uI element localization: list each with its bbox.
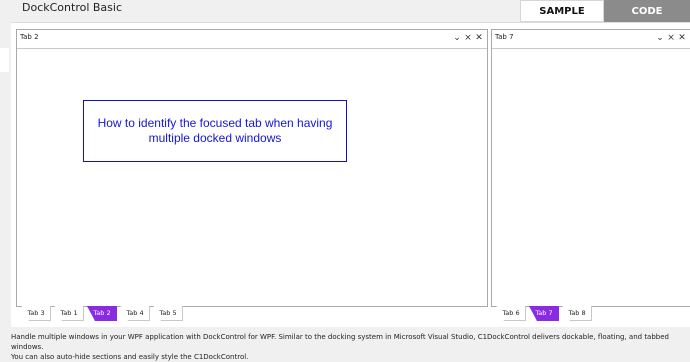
chevron-down-icon[interactable]: ⌄ bbox=[452, 31, 462, 45]
left-tab-strip: Tab 3 Tab 1 Tab 2 Tab 4 Tab 5 bbox=[17, 306, 186, 321]
right-dock-panel: Tab 7 ⌄ ⨯ ✕ Tab 6 Tab 7 Tab 8 bbox=[491, 29, 690, 321]
sample-description: Handle multiple windows in your WPF appl… bbox=[11, 332, 690, 362]
panel-title: Tab 7 bbox=[495, 33, 514, 41]
app-title: DockControl Basic bbox=[22, 1, 122, 14]
tab-4[interactable]: Tab 4 bbox=[120, 306, 150, 321]
code-tab-button[interactable]: CODE bbox=[604, 0, 690, 22]
dock-control-area: Tab 2 ⌄ ⨯ ✕ How to identify the focused … bbox=[11, 22, 690, 327]
close-icon[interactable]: ✕ bbox=[677, 31, 687, 45]
close-icon[interactable]: ✕ bbox=[474, 31, 484, 45]
left-dock-panel: Tab 2 ⌄ ⨯ ✕ How to identify the focused … bbox=[16, 29, 488, 321]
unpin-icon[interactable]: ⨯ bbox=[666, 31, 676, 45]
unpin-icon[interactable]: ⨯ bbox=[463, 31, 473, 45]
sample-tab-button[interactable]: SAMPLE bbox=[520, 0, 604, 22]
panel-header: Tab 2 ⌄ ⨯ ✕ bbox=[17, 30, 487, 49]
tab-5[interactable]: Tab 5 bbox=[153, 306, 183, 321]
focused-tab-message: How to identify the focused tab when hav… bbox=[83, 100, 347, 162]
tab-8[interactable]: Tab 8 bbox=[562, 306, 592, 321]
tab-1[interactable]: Tab 1 bbox=[54, 306, 84, 321]
tab-3[interactable]: Tab 3 bbox=[21, 306, 51, 321]
tab-7[interactable]: Tab 7 bbox=[529, 306, 559, 321]
chevron-down-icon[interactable]: ⌄ bbox=[655, 31, 665, 45]
tab-2[interactable]: Tab 2 bbox=[87, 306, 117, 321]
description-line-1: Handle multiple windows in your WPF appl… bbox=[11, 333, 669, 351]
tab-6[interactable]: Tab 6 bbox=[496, 306, 526, 321]
side-handle bbox=[0, 48, 9, 72]
panel-header: Tab 7 ⌄ ⨯ ✕ bbox=[492, 30, 690, 49]
right-tab-strip: Tab 6 Tab 7 Tab 8 bbox=[492, 306, 595, 321]
panel-title: Tab 2 bbox=[20, 33, 39, 41]
